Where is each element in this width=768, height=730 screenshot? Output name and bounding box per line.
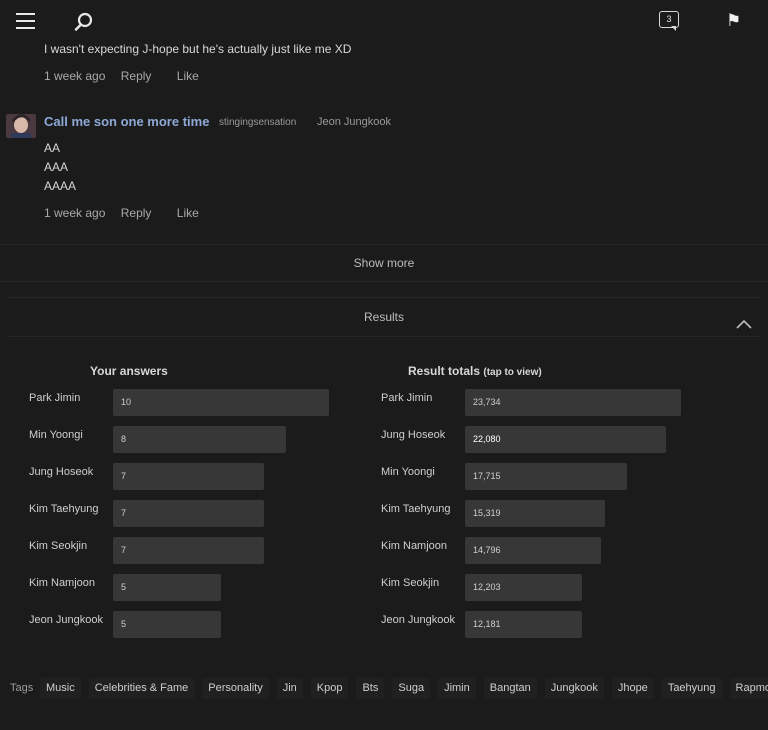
- result-total-bar[interactable]: 12,203: [465, 574, 582, 601]
- flag-icon[interactable]: ⚑: [726, 11, 744, 31]
- like-link[interactable]: Like: [177, 69, 199, 83]
- comment-time: 1 week ago: [44, 206, 106, 220]
- your-answer-row-label: Park Jimin: [29, 392, 81, 404]
- result-total-row-label: Kim Namjoon: [381, 540, 448, 552]
- tag-chip[interactable]: Jhope: [611, 678, 654, 699]
- reply-link[interactable]: Reply: [121, 206, 152, 220]
- comment-username[interactable]: stingingsensation: [219, 117, 296, 128]
- results-header[interactable]: Results: [8, 297, 760, 337]
- menu-icon[interactable]: [16, 13, 35, 29]
- result-totals-title: Result totals (tap to view): [408, 364, 542, 378]
- comment-line: AA: [44, 141, 61, 155]
- chevron-up-icon[interactable]: [736, 308, 752, 329]
- your-answer-row-label: Jeon Jungkook: [29, 614, 103, 626]
- result-total-bar[interactable]: 12,181: [465, 611, 582, 638]
- tags-label: Tags: [10, 682, 34, 694]
- avatar[interactable]: [6, 114, 36, 138]
- notifications-icon[interactable]: 3: [659, 11, 683, 33]
- your-answer-bar: 5: [113, 611, 221, 638]
- result-total-bar[interactable]: 23,734: [465, 389, 681, 416]
- result-total-row-label: Jeon Jungkook: [381, 614, 455, 626]
- tag-chip[interactable]: Taehyung: [661, 678, 722, 699]
- your-answer-bar: 7: [113, 463, 264, 490]
- comment-author[interactable]: Call me son one more time: [44, 114, 209, 129]
- result-total-bar[interactable]: 22,080: [465, 426, 666, 453]
- result-total-row-label: Jung Hoseok: [381, 429, 446, 441]
- comment-line: AAA: [44, 160, 69, 174]
- comment-tagged-result[interactable]: Jeon Jungkook: [317, 116, 391, 128]
- tag-chip[interactable]: Suga: [392, 678, 431, 699]
- tag-chip[interactable]: Celebrities & Fame: [88, 678, 195, 699]
- tag-chip[interactable]: Jimin: [438, 678, 476, 699]
- tag-chip[interactable]: Bts: [356, 678, 385, 699]
- result-total-row-label: Park Jimin: [381, 392, 433, 404]
- tag-chip[interactable]: Music: [40, 678, 81, 699]
- tap-to-view-hint: (tap to view): [483, 367, 542, 378]
- result-total-row-label: Min Yoongi: [381, 466, 435, 478]
- your-answer-row-label: Kim Namjoon: [29, 577, 96, 589]
- reply-link[interactable]: Reply: [121, 69, 152, 83]
- tag-chip[interactable]: Jin: [276, 678, 303, 699]
- like-link[interactable]: Like: [177, 206, 199, 220]
- your-answer-bar: 7: [113, 500, 264, 527]
- your-answer-bar: 8: [113, 426, 286, 453]
- result-total-row-label: Kim Taehyung: [381, 503, 451, 515]
- comment-meta: 1 week ago Reply Like: [44, 206, 199, 220]
- your-answer-row-label: Min Yoongi: [29, 429, 83, 441]
- tag-chip[interactable]: Personality: [202, 678, 269, 699]
- your-answer-bar: 7: [113, 537, 264, 564]
- comment-line: AAAA: [44, 179, 77, 193]
- your-answer-row-label: Kim Seokjin: [29, 540, 88, 552]
- comment-meta: 1 week ago Reply Like: [44, 69, 199, 83]
- tag-chip[interactable]: Bangtan: [483, 678, 537, 699]
- result-total-bar[interactable]: 14,796: [465, 537, 601, 564]
- notification-count: 3: [659, 11, 679, 28]
- result-total-row-label: Kim Seokjin: [381, 577, 440, 589]
- top-bar: 3 ⚑: [0, 0, 768, 44]
- tag-chip[interactable]: Rapmon: [729, 678, 768, 699]
- comment-text: I wasn't expecting J-hope but he's actua…: [44, 42, 352, 56]
- show-more-button[interactable]: Show more: [0, 244, 768, 282]
- tag-chip[interactable]: Kpop: [310, 678, 349, 699]
- your-answer-bar: 5: [113, 574, 221, 601]
- tag-chip[interactable]: Jungkook: [544, 678, 604, 699]
- tags-row: Tags Music Celebrities & Fame Personality J…: [0, 678, 768, 700]
- result-total-bar[interactable]: 17,715: [465, 463, 627, 490]
- your-answer-bar: 10: [113, 389, 329, 416]
- results-title: Results: [363, 310, 404, 324]
- comment-time: 1 week ago: [44, 69, 106, 83]
- your-answers-title: Your answers: [90, 364, 168, 378]
- your-answer-row-label: Jung Hoseok: [29, 466, 94, 478]
- search-icon[interactable]: [74, 12, 94, 32]
- your-answer-row-label: Kim Taehyung: [29, 503, 99, 515]
- result-total-bar[interactable]: 15,319: [465, 500, 605, 527]
- result-totals-heading: Result totals: [408, 364, 481, 378]
